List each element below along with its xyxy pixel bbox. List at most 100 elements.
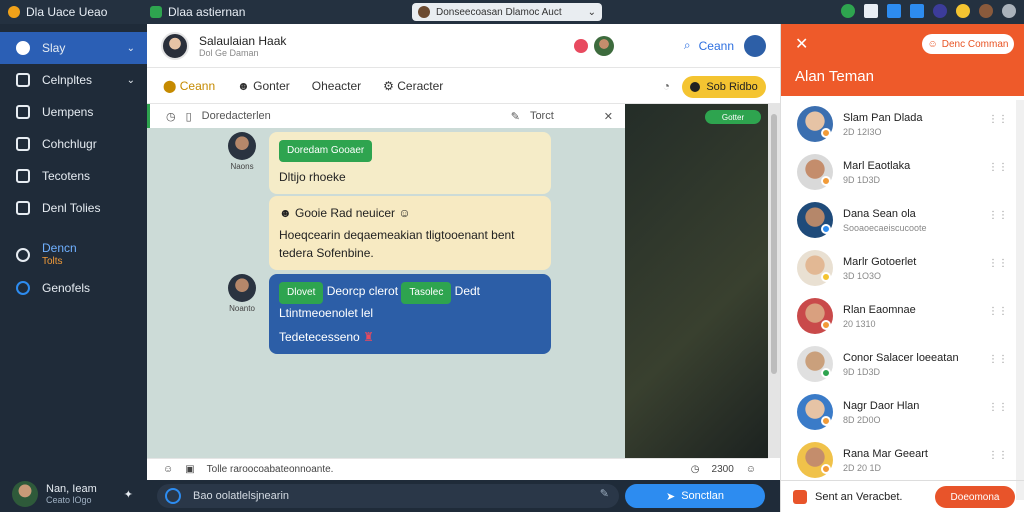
current-user[interactable]: Nan, Ieam Ceato lOgo ✦ [0, 476, 147, 512]
send-button[interactable]: ➤ Sonctlan [625, 484, 765, 508]
sidebar: Slay ⌄ Celnpltes ⌄ Uempens Cohchlugr Tec… [0, 24, 147, 512]
send-icon: ➤ [665, 490, 676, 503]
emoji-icon[interactable]: ☺ [163, 464, 173, 475]
user-icon [16, 73, 30, 87]
message-bubble[interactable]: ☻ Gooie Rad neuicer ☺ Hoeqcearin deqaeme… [269, 196, 551, 270]
message-bubble[interactable]: Dlovet Deorcp clerot Tasolec Dedt Ltintm… [269, 274, 551, 354]
avatar[interactable] [228, 132, 256, 160]
list-item[interactable]: Slam Pan Dlada 2D 12I3O ⋮⋮ [781, 100, 1024, 148]
sidebar-item-genofels[interactable]: Genofels [0, 272, 147, 304]
chevron-down-icon[interactable]: ⌄ [588, 7, 596, 18]
profile-icon[interactable] [744, 34, 766, 57]
globe-icon [16, 281, 30, 295]
close-icon[interactable]: ✕ [604, 110, 613, 123]
sidebar-item-cohchlugr[interactable]: Cohchlugr [0, 128, 147, 160]
thread-action[interactable]: Torct [530, 110, 554, 122]
char-count: 2300 [711, 464, 734, 475]
drag-handle-icon[interactable]: ⋮⋮ [988, 450, 1008, 461]
tab-gonter[interactable]: ☻ Gonter [237, 79, 290, 93]
list-item[interactable]: Rlan Eaomnae 20 1310 ⋮⋮ [781, 292, 1024, 340]
address-bar[interactable]: Donseecoasan Dlamoc Auct ⌄ [412, 3, 602, 21]
sidebar-item-dencn[interactable]: Dencn Tolts [0, 238, 147, 272]
doc-icon[interactable]: ▯ [186, 110, 192, 123]
avatar[interactable] [593, 35, 614, 56]
drag-handle-icon[interactable]: ⋮⋮ [988, 162, 1008, 173]
pin-icon[interactable] [864, 4, 878, 18]
app-brand[interactable]: Dla Uace Ueao [0, 5, 150, 19]
chevron-down-icon[interactable]: ⌄ [127, 75, 135, 86]
contacts-panel: ✕ ☺ Denc Comman Alan Teman Slam Pan Dlad… [780, 24, 1024, 512]
close-icon[interactable]: ✕ [795, 34, 808, 54]
sidebar-item-denl-tolies[interactable]: Denl Tolies [0, 192, 147, 224]
sidebar-item-tecotens[interactable]: Tecotens [0, 160, 147, 192]
list-item[interactable]: Marlr Gotoerlet 3D 1O3O ⋮⋮ [781, 244, 1024, 292]
app-logo-icon [8, 6, 20, 18]
contact-name: Conor Salacer loeeatan [843, 351, 959, 364]
panel-header-button[interactable]: ☺ Denc Comman [922, 34, 1014, 54]
pencil-icon[interactable]: ✎ [511, 110, 520, 123]
doc-icon[interactable] [887, 4, 901, 18]
bookmark-icon[interactable] [910, 4, 924, 18]
scrollbar[interactable] [1016, 100, 1024, 500]
sidebar-item-slay[interactable]: Slay ⌄ [0, 32, 147, 64]
drag-handle-icon[interactable]: ⋮⋮ [988, 354, 1008, 365]
drag-handle-icon[interactable]: ⋮⋮ [988, 114, 1008, 125]
status-badge [821, 176, 831, 186]
browser-tab[interactable]: Dlaa astiernan [150, 5, 245, 19]
pin-icon[interactable]: ✦ [124, 488, 133, 501]
shield-icon[interactable] [841, 4, 855, 18]
settings-icon[interactable] [1002, 4, 1016, 18]
page-title: Salaulaian Haak [199, 33, 287, 48]
avatar[interactable] [161, 31, 189, 60]
moon-icon[interactable] [933, 4, 947, 18]
clock-icon[interactable]: ◷ [691, 464, 700, 475]
video-tag: Gotter [705, 110, 761, 124]
bulb-icon[interactable] [956, 4, 970, 18]
sidebar-item-celnpltes[interactable]: Celnpltes ⌄ [0, 64, 147, 96]
action-pill-button[interactable]: Sob Ridbo [682, 76, 766, 98]
clock-icon[interactable]: ◔ [663, 79, 670, 93]
contact-status: 9D 1D3D [843, 366, 881, 377]
drag-handle-icon[interactable]: ⋮⋮ [988, 306, 1008, 317]
list-item[interactable]: Marl Eaotlaka 9D 1D3D ⋮⋮ [781, 148, 1024, 196]
app-name: Dla Uace Ueao [26, 5, 108, 19]
clock-icon[interactable]: ◷ [166, 110, 176, 123]
author-name: Naons [230, 162, 254, 171]
attach-icon[interactable]: ▣ [185, 464, 194, 475]
status-badge [821, 224, 831, 234]
message-bubble[interactable]: Doredam Gooaer Dltijo rhoeke [269, 132, 551, 194]
contact-name: Dana Sean ola [843, 207, 916, 220]
scrollbar[interactable] [768, 104, 780, 458]
message-input[interactable]: Bao oolatlelsjnearin ✎ [157, 484, 619, 508]
contact-name: Nagr Daor Hlan [843, 399, 920, 412]
scrollbar-thumb[interactable] [771, 114, 777, 374]
smile-icon[interactable]: ☺ [746, 464, 756, 475]
list-item[interactable]: Conor Salacer loeeatan 9D 1D3D ⋮⋮ [781, 340, 1024, 388]
tab-ceann[interactable]: ⬤ Ceann [163, 79, 215, 93]
drag-handle-icon[interactable]: ⋮⋮ [988, 210, 1008, 221]
list-item[interactable]: Rana Mar Geeart 2D 20 1D ⋮⋮ [781, 436, 1024, 484]
sidebar-item-uempens[interactable]: Uempens [0, 96, 147, 128]
pencil-icon[interactable]: ✎ [600, 487, 609, 500]
footer-button[interactable]: Doeomona [935, 486, 1015, 508]
drag-handle-icon[interactable]: ⋮⋮ [988, 402, 1008, 413]
avatar[interactable] [228, 274, 256, 302]
message-item: Noanto Dlovet Deorcp clerot Tasolec Dedt… [225, 274, 551, 354]
search-label[interactable]: Ceann [699, 39, 734, 53]
list-item[interactable]: Nagr Daor Hlan 8D 2D0O ⋮⋮ [781, 388, 1024, 436]
reaction-icon[interactable] [573, 38, 588, 53]
chevron-down-icon[interactable]: ⌄ [127, 43, 135, 54]
list-item[interactable]: Dana Sean ola Sooaoecaeiscucoote ⋮⋮ [781, 196, 1024, 244]
tab-oheacter[interactable]: Oheacter [312, 79, 361, 93]
circle-icon [16, 41, 30, 55]
tab-ceracter[interactable]: ⚙ Ceracter [383, 79, 443, 93]
drag-handle-icon[interactable]: ⋮⋮ [988, 258, 1008, 269]
video-preview[interactable]: Gotter [625, 104, 768, 458]
action-pill-label: Sob Ridbo [706, 81, 758, 93]
profile-icon[interactable] [979, 4, 993, 18]
chat-header: Salaulaian Haak Dol Ge Daman ⌕ Ceann [147, 24, 780, 68]
avatar [12, 481, 38, 507]
mic-icon[interactable] [165, 488, 181, 504]
search-icon[interactable]: ⌕ [684, 38, 691, 53]
status-badge [821, 368, 831, 378]
